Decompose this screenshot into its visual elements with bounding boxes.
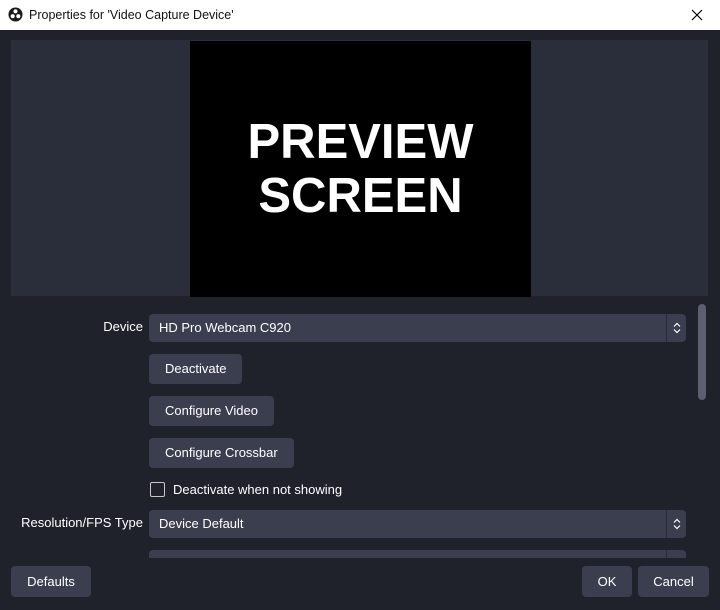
preview-screen: PREVIEW SCREEN — [190, 41, 531, 297]
close-icon — [691, 9, 703, 21]
properties-scrollbar[interactable] — [698, 304, 706, 400]
chevron-up-down-icon — [666, 550, 686, 558]
resolution-fps-type-label: Resolution/FPS Type — [21, 515, 143, 530]
properties-form: Device HD Pro Webcam C920 Deactivate Con… — [0, 300, 720, 558]
deactivate-when-not-showing-checkbox[interactable] — [150, 482, 165, 497]
configure-video-button[interactable]: Configure Video — [149, 396, 274, 426]
deactivate-when-not-showing-label[interactable]: Deactivate when not showing — [173, 482, 342, 497]
window-title: Properties for 'Video Capture Device' — [29, 8, 234, 22]
chevron-up-down-icon — [666, 510, 686, 538]
defaults-button[interactable]: Defaults — [11, 566, 91, 597]
resolution-fps-type-value: Device Default — [159, 516, 244, 531]
device-label: Device — [103, 319, 143, 334]
chevron-up-down-icon — [666, 314, 686, 342]
deactivate-button[interactable]: Deactivate — [149, 354, 243, 384]
cancel-button[interactable]: Cancel — [638, 566, 709, 597]
configure-crossbar-button[interactable]: Configure Crossbar — [149, 438, 294, 468]
resolution-fps-type-select[interactable]: Device Default — [149, 510, 686, 538]
device-select[interactable]: HD Pro Webcam C920 — [149, 314, 686, 342]
close-button[interactable] — [674, 0, 720, 30]
ok-button[interactable]: OK — [582, 566, 632, 597]
resolution-select-partial[interactable] — [149, 550, 686, 558]
preview-area: PREVIEW SCREEN — [11, 40, 708, 297]
preview-text: PREVIEW SCREEN — [247, 115, 474, 223]
title-bar[interactable]: Properties for 'Video Capture Device' — [0, 0, 720, 30]
obs-logo-icon — [8, 7, 23, 22]
device-select-value: HD Pro Webcam C920 — [159, 320, 291, 335]
